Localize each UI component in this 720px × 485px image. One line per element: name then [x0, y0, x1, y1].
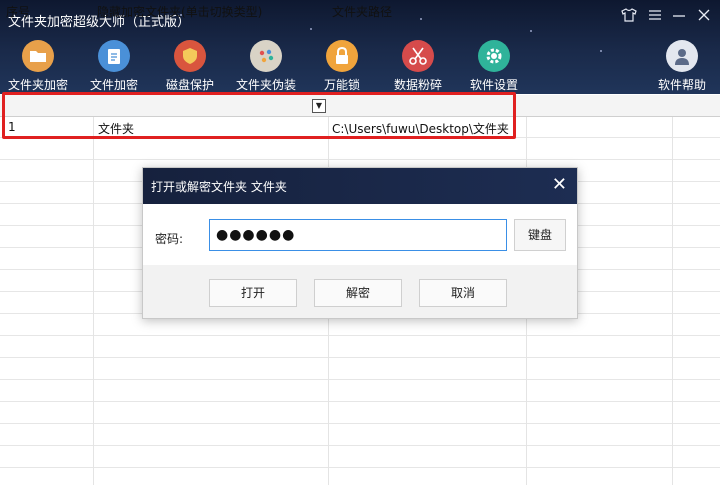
password-input[interactable]: ●●●●●● — [209, 219, 507, 251]
shield-icon — [174, 40, 206, 72]
toolbar-disk-protect[interactable]: 磁盘保护 — [152, 40, 228, 92]
decrypt-button[interactable]: 解密 — [314, 279, 402, 307]
toolbar-label: 软件帮助 — [657, 78, 706, 92]
column-header-hidden-folder[interactable]: 隐藏加密文件夹(单击切换类型) — [97, 3, 262, 20]
lock-icon — [326, 40, 358, 72]
open-button[interactable]: 打开 — [209, 279, 297, 307]
disguise-icon — [250, 40, 282, 72]
toolbar-label: 磁盘保护 — [165, 78, 214, 92]
user-help-icon — [666, 40, 698, 72]
star-decoration — [420, 18, 422, 20]
file-encrypt-icon — [98, 40, 130, 72]
toolbar-folder-disguise[interactable]: 文件夹伪装 — [228, 40, 304, 92]
highlight-box — [2, 92, 516, 139]
cancel-button[interactable]: 取消 — [419, 279, 507, 307]
toolbar-label: 数据粉碎 — [393, 78, 442, 92]
column-divider — [93, 95, 94, 485]
toolbar-data-shred[interactable]: 数据粉碎 — [380, 40, 456, 92]
toolbar-label: 万能锁 — [323, 78, 360, 92]
minimize-icon[interactable] — [669, 8, 689, 26]
column-header-index[interactable]: 序号 — [6, 3, 30, 20]
gear-icon — [478, 40, 510, 72]
scissors-icon — [402, 40, 434, 72]
dialog-header: 打开或解密文件夹 文件夹 ✕ — [143, 168, 577, 204]
close-icon[interactable] — [694, 8, 714, 26]
toolbar-settings[interactable]: 软件设置 — [456, 40, 532, 92]
menu-icon[interactable] — [645, 8, 665, 26]
toolbar-label: 文件夹加密 — [7, 78, 68, 92]
toolbar-label: 文件加密 — [89, 78, 138, 92]
column-header-folder-path[interactable]: 文件夹路径 — [332, 3, 392, 20]
toolbar-file-encrypt[interactable]: 文件加密 — [76, 40, 152, 92]
star-decoration — [530, 30, 532, 32]
star-decoration — [600, 50, 602, 52]
shirt-icon[interactable] — [619, 8, 639, 26]
toolbar-label: 文件夹伪装 — [235, 78, 296, 92]
decrypt-dialog: 打开或解密文件夹 文件夹 ✕ 密码: ●●●●●● 键盘 打开 解密 取消 — [142, 167, 578, 319]
password-label: 密码: — [155, 232, 184, 246]
keyboard-button[interactable]: 键盘 — [514, 219, 566, 251]
column-divider — [672, 95, 673, 485]
dialog-title: 打开或解密文件夹 文件夹 — [151, 180, 287, 194]
toolbar-help[interactable]: 软件帮助 — [644, 40, 720, 92]
toolbar-label: 软件设置 — [469, 78, 518, 92]
toolbar-universal-lock[interactable]: 万能锁 — [304, 40, 380, 92]
star-decoration — [310, 28, 312, 30]
folder-encrypt-icon — [22, 40, 54, 72]
close-icon[interactable]: ✕ — [552, 175, 567, 195]
toolbar-folder-encrypt[interactable]: 文件夹加密 — [0, 40, 76, 92]
